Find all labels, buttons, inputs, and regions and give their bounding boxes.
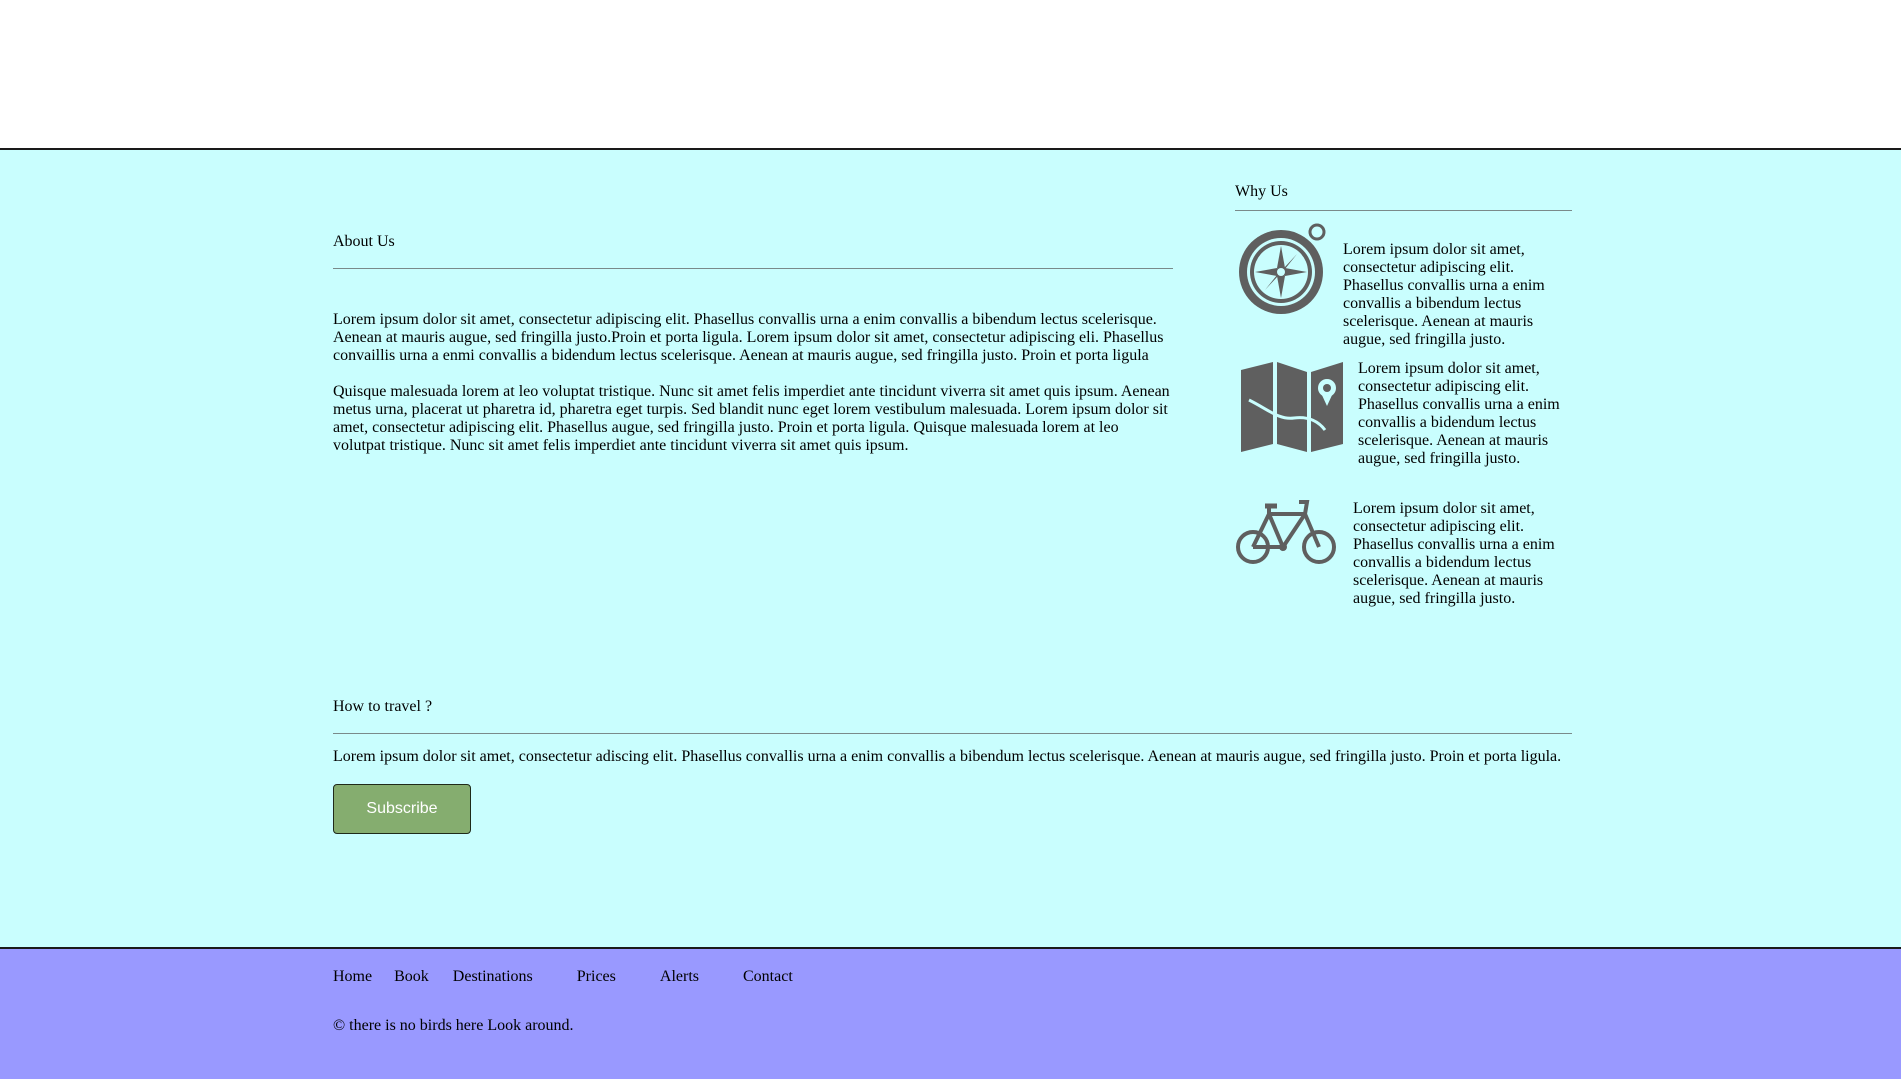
about-section: About Us Lorem ipsum dolor sit amet, con…	[333, 232, 1173, 455]
nav-link-contact[interactable]: Contact	[743, 967, 793, 987]
why-title: Why Us	[1235, 183, 1288, 200]
howto-title: How to travel ?	[333, 698, 433, 715]
footer-nav: Home Book Destinations Prices Alerts Con…	[333, 967, 793, 987]
why-item-text: Lorem ipsum dolor sit amet, consectetur …	[1353, 500, 1555, 607]
why-item-compass: Lorem ipsum dolor sit amet, consectetur …	[1235, 222, 1572, 348]
nav-link-book[interactable]: Book	[394, 967, 429, 987]
how-to-travel-section: How to travel ? Lorem ipsum dolor sit am…	[333, 697, 1572, 834]
why-divider	[1235, 210, 1572, 211]
nav-link-prices[interactable]: Prices	[577, 967, 616, 987]
about-divider	[333, 268, 1173, 269]
page-footer: Home Book Destinations Prices Alerts Con…	[0, 947, 1901, 1079]
why-item-map: Lorem ipsum dolor sit amet, consectetur …	[1235, 360, 1572, 480]
nav-link-destinations[interactable]: Destinations	[453, 967, 533, 987]
main-content: About Us Lorem ipsum dolor sit amet, con…	[0, 150, 1901, 947]
howto-text: Lorem ipsum dolor sit amet, consectetur …	[333, 748, 1562, 765]
nav-link-home[interactable]: Home	[333, 967, 372, 987]
page-header	[0, 0, 1901, 150]
why-item-text: Lorem ipsum dolor sit amet, consectetur …	[1358, 360, 1560, 467]
compass-icon	[1235, 222, 1331, 323]
about-title: About Us	[333, 233, 395, 250]
bicycle-icon	[1235, 500, 1339, 571]
howto-divider	[333, 733, 1572, 734]
about-paragraph-1: Lorem ipsum dolor sit amet, consectetur …	[333, 311, 1164, 364]
nav-link-alerts[interactable]: Alerts	[660, 967, 699, 987]
about-paragraph-2: Quisque malesuada lorem at leo voluptat …	[333, 383, 1170, 454]
subscribe-button[interactable]: Subscribe	[333, 784, 471, 834]
why-section: Why Us Lorem ipsum dolor sit amet, conse…	[1235, 182, 1572, 607]
why-item-text: Lorem ipsum dolor sit amet, consectetur …	[1343, 241, 1545, 348]
why-item-bicycle: Lorem ipsum dolor sit amet, consectetur …	[1235, 500, 1572, 620]
map-icon	[1239, 360, 1345, 457]
copyright-text: © there is no birds here Look around.	[333, 1017, 574, 1034]
